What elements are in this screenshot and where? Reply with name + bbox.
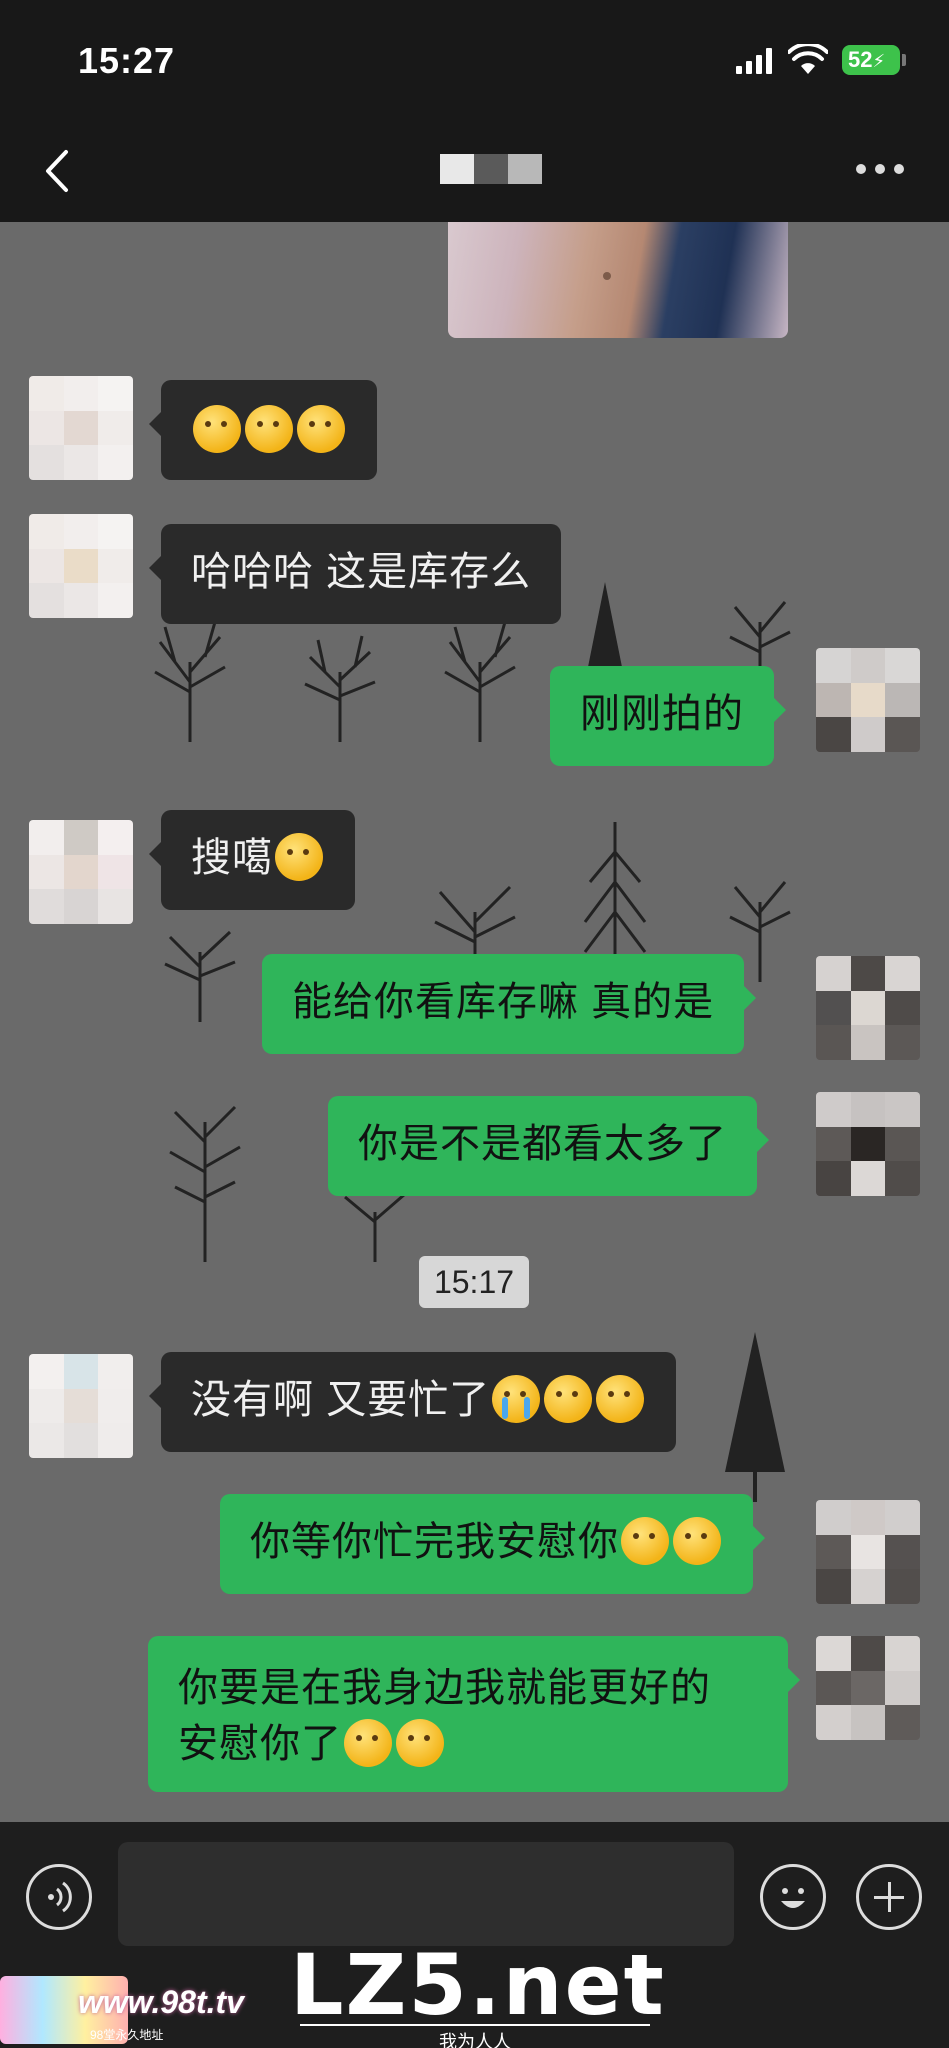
chat-header <box>0 118 949 222</box>
message-text: 刚刚拍的 <box>580 692 744 736</box>
watermark-main: LZ5.net <box>290 1936 666 2034</box>
message-text: 哈哈哈 这是库存么 <box>191 550 532 594</box>
crying-emoji-icon <box>492 1375 541 1423</box>
tree-decoration <box>444 621 516 742</box>
laugh-cry-emoji-icon <box>596 1375 645 1423</box>
watermark-left-subtext: 98堂永久地址 <box>90 2028 164 2042</box>
message-bubble-incoming[interactable]: 搜噶 <box>149 810 355 910</box>
signal-icon <box>736 48 772 74</box>
status-time: 15:27 <box>78 40 176 81</box>
more-functions-button[interactable] <box>856 1864 922 1930</box>
hand-over-mouth-emoji-icon <box>396 1719 444 1767</box>
message-bubble-incoming[interactable] <box>149 380 377 480</box>
message-text-line1: 你要是在我身边我就能更好的 <box>178 1666 711 1710</box>
my-avatar[interactable] <box>816 1500 920 1604</box>
emoji-button[interactable] <box>760 1864 826 1930</box>
hand-over-mouth-emoji-icon <box>621 1517 669 1565</box>
message-input[interactable] <box>118 1842 734 1946</box>
status-bar: 15:27 52⚡ <box>0 0 949 118</box>
message-text-line2: 安慰你了 <box>178 1722 342 1766</box>
contact-avatar[interactable] <box>29 376 133 480</box>
message-bubble-outgoing[interactable]: 能给你看库存嘛 真的是 <box>262 954 757 1054</box>
watermark-left-text: www.98t.tv <box>78 1984 244 2020</box>
voice-icon <box>48 1881 72 1913</box>
my-avatar[interactable] <box>816 1636 920 1740</box>
battery-tip <box>902 54 906 66</box>
contact-avatar[interactable] <box>29 1354 133 1458</box>
message-bubble-incoming[interactable]: 哈哈哈 这是库存么 <box>148 524 562 624</box>
message-text: 你等你忙完我安慰你 <box>250 1520 619 1564</box>
tree-decoration <box>164 930 236 1022</box>
my-avatar[interactable] <box>816 956 920 1060</box>
shared-photo[interactable] <box>448 222 788 338</box>
watermark-main-subtext: 我为人人 <box>300 2024 650 2048</box>
battery-level: 52 <box>848 47 873 72</box>
message-text: 能给你看库存嘛 真的是 <box>292 980 715 1024</box>
wifi-icon <box>788 44 828 74</box>
contact-avatar[interactable] <box>29 514 133 618</box>
eye-hand-emoji-icon <box>297 405 345 453</box>
contact-avatar[interactable] <box>29 820 133 924</box>
message-bubble-incoming[interactable]: 没有啊 又要忙了 <box>148 1352 677 1452</box>
message-text: 你是不是都看太多了 <box>358 1122 727 1166</box>
voice-input-button[interactable] <box>26 1864 92 1930</box>
message-text: 搜噶 <box>191 836 273 880</box>
tree-decoration <box>725 1332 785 1502</box>
message-bubble-outgoing[interactable]: 刚刚拍的 <box>550 666 786 766</box>
my-avatar[interactable] <box>816 1092 920 1196</box>
tree-decoration <box>169 1105 241 1262</box>
tree-decoration <box>304 635 376 742</box>
message-timestamp: 15:17 <box>419 1256 529 1308</box>
message-bubble-outgoing[interactable]: 你等你忙完我安慰你 <box>220 1494 765 1594</box>
laugh-cry-emoji-icon <box>544 1375 593 1423</box>
message-bubble-outgoing[interactable]: 你是不是都看太多了 <box>328 1096 769 1196</box>
tree-decoration <box>154 621 226 742</box>
eye-hand-emoji-icon <box>193 405 241 453</box>
hand-over-mouth-emoji-icon <box>673 1517 721 1565</box>
my-avatar[interactable] <box>816 648 920 752</box>
hand-over-mouth-emoji-icon <box>344 1719 392 1767</box>
battery-icon: 52⚡ <box>842 45 900 75</box>
back-icon[interactable] <box>40 146 76 196</box>
more-options-icon[interactable] <box>856 162 904 176</box>
message-text: 没有啊 又要忙了 <box>191 1378 491 1422</box>
smiley-icon <box>781 1888 805 1908</box>
chat-area[interactable]: 哈哈哈 这是库存么 刚刚拍的 搜噶 能给你看库存嘛 真的是 你是不是都看太多了 … <box>0 222 949 1822</box>
message-bubble-outgoing[interactable]: 你要是在我身边我就能更好的 安慰你了 <box>148 1636 800 1792</box>
eye-hand-emoji-icon <box>245 405 293 453</box>
contact-name-pixelated <box>440 140 542 194</box>
kiss-emoji-icon <box>275 833 323 881</box>
